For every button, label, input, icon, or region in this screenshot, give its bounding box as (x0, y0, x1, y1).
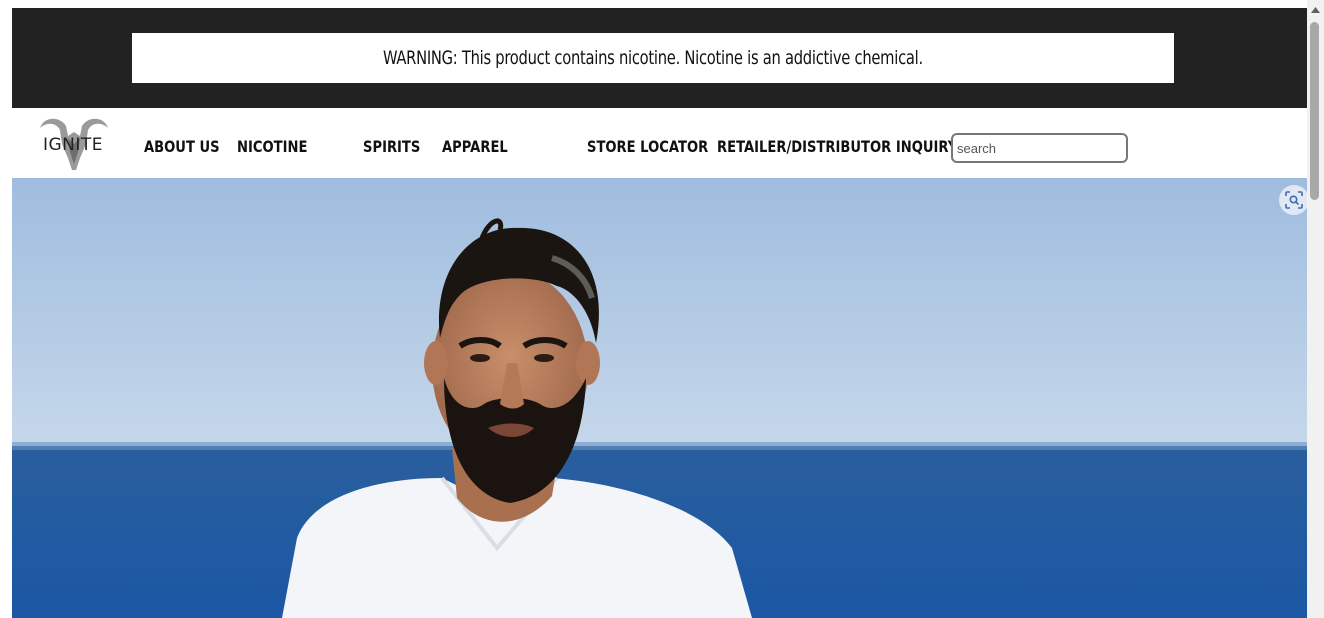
nav-nicotine[interactable]: NICOTINE (237, 137, 307, 156)
warning-banner: WARNING: This product contains nicotine.… (12, 8, 1307, 108)
site-header: IGNITE ABOUT US NICOTINE SPIRITS APPAREL… (12, 108, 1307, 178)
nav-about-us[interactable]: ABOUT US (144, 137, 220, 156)
window-top-edge (0, 0, 1324, 8)
warning-box: WARNING: This product contains nicotine.… (132, 33, 1174, 83)
nav-store-locator[interactable]: STORE LOCATOR (587, 137, 708, 156)
ignite-logo[interactable]: IGNITE (30, 114, 118, 176)
warning-text: WARNING: This product contains nicotine.… (383, 47, 923, 69)
window-left-edge (0, 0, 12, 618)
hero-image (12, 178, 1307, 618)
scroll-up-arrow-icon[interactable] (1307, 4, 1324, 16)
nav-retailer-inquiry[interactable]: RETAILER/DISTRIBUTOR INQUIRY (717, 137, 957, 156)
nav-apparel[interactable]: APPAREL (442, 137, 508, 156)
vertical-scrollbar[interactable] (1307, 0, 1324, 618)
hero-photo (12, 178, 1307, 618)
scrollbar-thumb[interactable] (1310, 22, 1319, 200)
visual-search-icon (1285, 191, 1303, 209)
nav-spirits[interactable]: SPIRITS (363, 137, 420, 156)
search-input[interactable] (951, 133, 1128, 163)
visual-search-button[interactable] (1279, 185, 1309, 215)
logo-text: IGNITE (42, 135, 104, 155)
